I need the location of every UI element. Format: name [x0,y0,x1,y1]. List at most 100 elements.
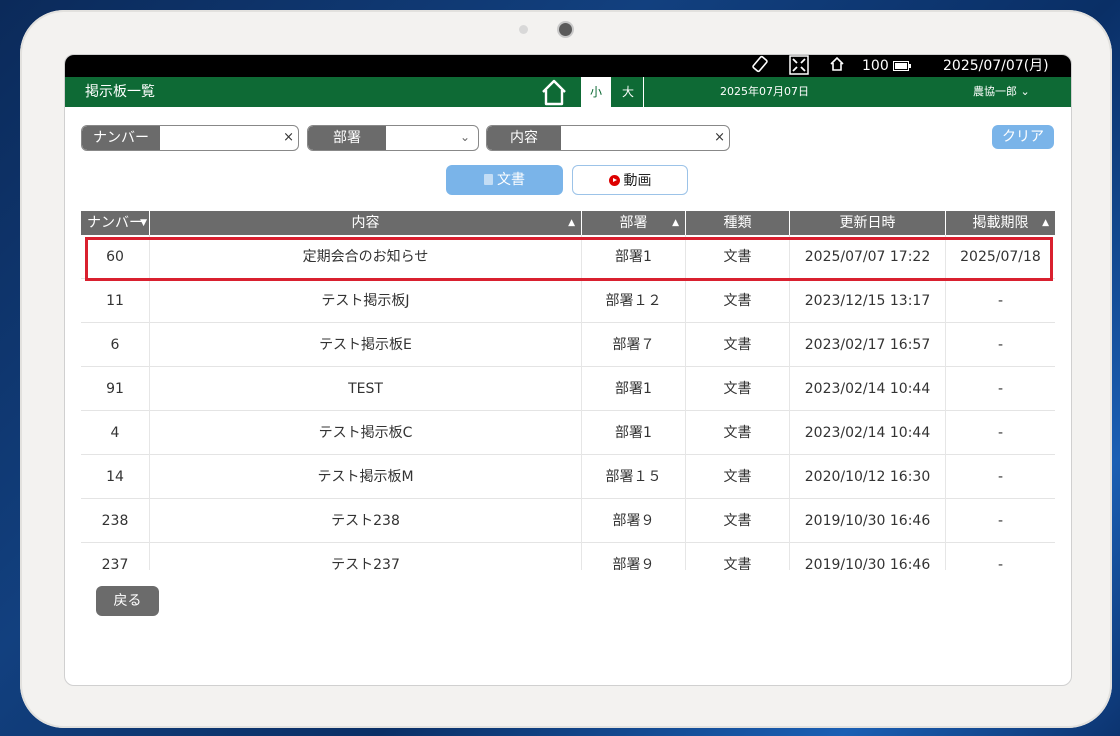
tablet-frame: 100 2025/07/07(月) 掲示板一覧 小 大 2025年07月07日 … [20,10,1112,728]
cell-type: 文書 [686,279,790,323]
cell-type: 文書 [686,455,790,499]
cell-deadline: 2025/07/18 [960,249,1041,265]
cell-department: 部署1 [582,411,686,455]
chevron-down-icon: ⌄ [459,130,470,144]
content-input[interactable] [563,126,711,150]
play-icon [608,175,620,186]
cell-department: 部署７ [582,323,686,367]
battery-icon [893,61,912,71]
table-row[interactable]: 60 定期会合のお知らせ 部署1 文書 2025/07/07 17:22 2025/07/… [81,235,1055,279]
sort-icon: ▲ [1042,218,1049,228]
trash-icon [484,174,493,185]
cell-number: 91 [81,367,150,411]
number-filter-label: ナンバー [82,126,160,150]
table-row[interactable]: 4 テスト掲示板C 部署1 文書 2023/02/14 10:44 - [81,411,1055,455]
cell-number: 238 [81,499,150,543]
table-row[interactable]: 237 テスト237 部署９ 文書 2019/10/30 16:46 - [81,543,1055,570]
department-filter-label: 部署 [308,126,386,150]
cell-type: 文書 [686,367,790,411]
table-row[interactable]: 91 TEST 部署1 文書 2023/02/14 10:44 - [81,367,1055,411]
font-size-large-button[interactable]: 大 [613,77,644,107]
cell-type: 文書 [686,543,790,570]
column-header-deadline[interactable]: 掲載期限 ▲ [946,211,1055,235]
cell-deadline: - [997,469,1004,485]
cell-deadline: - [997,337,1004,353]
column-header-updated-label: 更新日時 [839,215,896,231]
clear-button[interactable]: クリア [992,125,1054,149]
cell-deadline: - [997,381,1004,397]
user-menu[interactable]: 農協一郎 ⌄ [973,77,1030,107]
content-clear-icon[interactable]: × [714,126,725,150]
column-header-department[interactable]: 部署 ▲ [582,211,686,235]
column-header-content[interactable]: 内容 ▲ [150,211,582,235]
number-input[interactable] [162,126,282,150]
table-header: ナンバー ▼ 内容 ▲ 部署 ▲ 種類 更新日時 掲載期限 ▲ [81,211,1055,235]
cell-deadline: - [997,557,1004,570]
cell-content: 定期会合のお知らせ [150,235,582,279]
sort-icon: ▼ [140,218,147,228]
column-header-type[interactable]: 種類 [686,211,790,235]
cell-number: 60 [81,235,150,279]
sort-icon: ▲ [672,218,679,228]
cell-number: 14 [81,455,150,499]
table-row[interactable]: 238 テスト238 部署９ 文書 2019/10/30 16:46 - [81,499,1055,543]
column-header-type-label: 種類 [723,215,752,231]
content-filter-label: 内容 [487,126,561,150]
table-row[interactable]: 14 テスト掲示板M 部署１５ 文書 2020/10/12 16:30 - [81,455,1055,499]
cell-updated: 2025/07/07 17:22 [790,235,946,279]
column-header-updated[interactable]: 更新日時 [790,211,946,235]
cell-updated: 2020/10/12 16:30 [790,455,946,499]
page-title: 掲示板一覧 [85,84,155,100]
cell-content: テスト掲示板C [150,411,582,455]
cell-content: TEST [150,367,582,411]
cell-updated: 2023/02/14 10:44 [790,367,946,411]
table-row[interactable]: 11 テスト掲示板J 部署１２ 文書 2023/12/15 13:17 - [81,279,1055,323]
screen: 100 2025/07/07(月) 掲示板一覧 小 大 2025年07月07日 … [64,54,1072,686]
cell-content: テスト掲示板M [150,455,582,499]
sort-icon: ▲ [568,218,575,228]
fullscreen-icon[interactable] [789,55,809,77]
cell-content: テスト掲示板J [150,279,582,323]
cell-department: 部署1 [582,235,686,279]
cell-number: 11 [81,279,150,323]
tab-document[interactable]: 文書 [446,165,563,195]
app-header: 掲示板一覧 小 大 2025年07月07日 農協一郎 ⌄ [65,77,1071,107]
cell-department: 部署１５ [582,455,686,499]
cell-updated: 2023/02/14 10:44 [790,411,946,455]
number-clear-icon[interactable]: × [283,126,294,150]
cell-department: 部署９ [582,499,686,543]
front-camera [559,23,572,36]
column-header-department-label: 部署 [619,215,648,231]
cell-number: 237 [81,543,150,570]
bulletin-table: ナンバー ▼ 内容 ▲ 部署 ▲ 種類 更新日時 掲載期限 ▲ 60 定期会合のお知 [81,211,1055,570]
cell-content: テスト掲示板E [150,323,582,367]
cell-type: 文書 [686,411,790,455]
column-header-number[interactable]: ナンバー ▼ [81,211,150,235]
tab-video[interactable]: 動画 [572,165,688,195]
cell-updated: 2019/10/30 16:46 [790,543,946,570]
cell-content: テスト237 [150,543,582,570]
tab-document-label: 文書 [497,172,525,188]
status-datetime: 2025/07/07(月) [943,58,1049,74]
font-size-small-button[interactable]: 小 [581,77,611,107]
rotate-icon[interactable] [751,55,769,77]
number-filter: ナンバー × [81,125,299,151]
cell-type: 文書 [686,323,790,367]
table-row[interactable]: 6 テスト掲示板E 部署７ 文書 2023/02/17 16:57 - [81,323,1055,367]
header-date: 2025年07月07日 [720,85,809,98]
battery-percent: 100 [862,58,889,74]
cell-deadline: - [997,425,1004,441]
cell-updated: 2019/10/30 16:46 [790,499,946,543]
cell-number: 6 [81,323,150,367]
home-button[interactable] [539,77,569,107]
home-status-icon[interactable] [829,55,845,77]
cell-deadline: - [997,513,1004,529]
department-filter[interactable]: 部署 ⌄ [307,125,479,151]
battery-level: 100 [862,55,912,77]
status-bar: 100 2025/07/07(月) [65,55,1071,77]
back-button[interactable]: 戻る [96,586,159,616]
cell-type: 文書 [686,499,790,543]
column-header-deadline-label: 掲載期限 [972,215,1029,231]
cell-updated: 2023/12/15 13:17 [790,279,946,323]
tab-video-label: 動画 [623,173,652,189]
